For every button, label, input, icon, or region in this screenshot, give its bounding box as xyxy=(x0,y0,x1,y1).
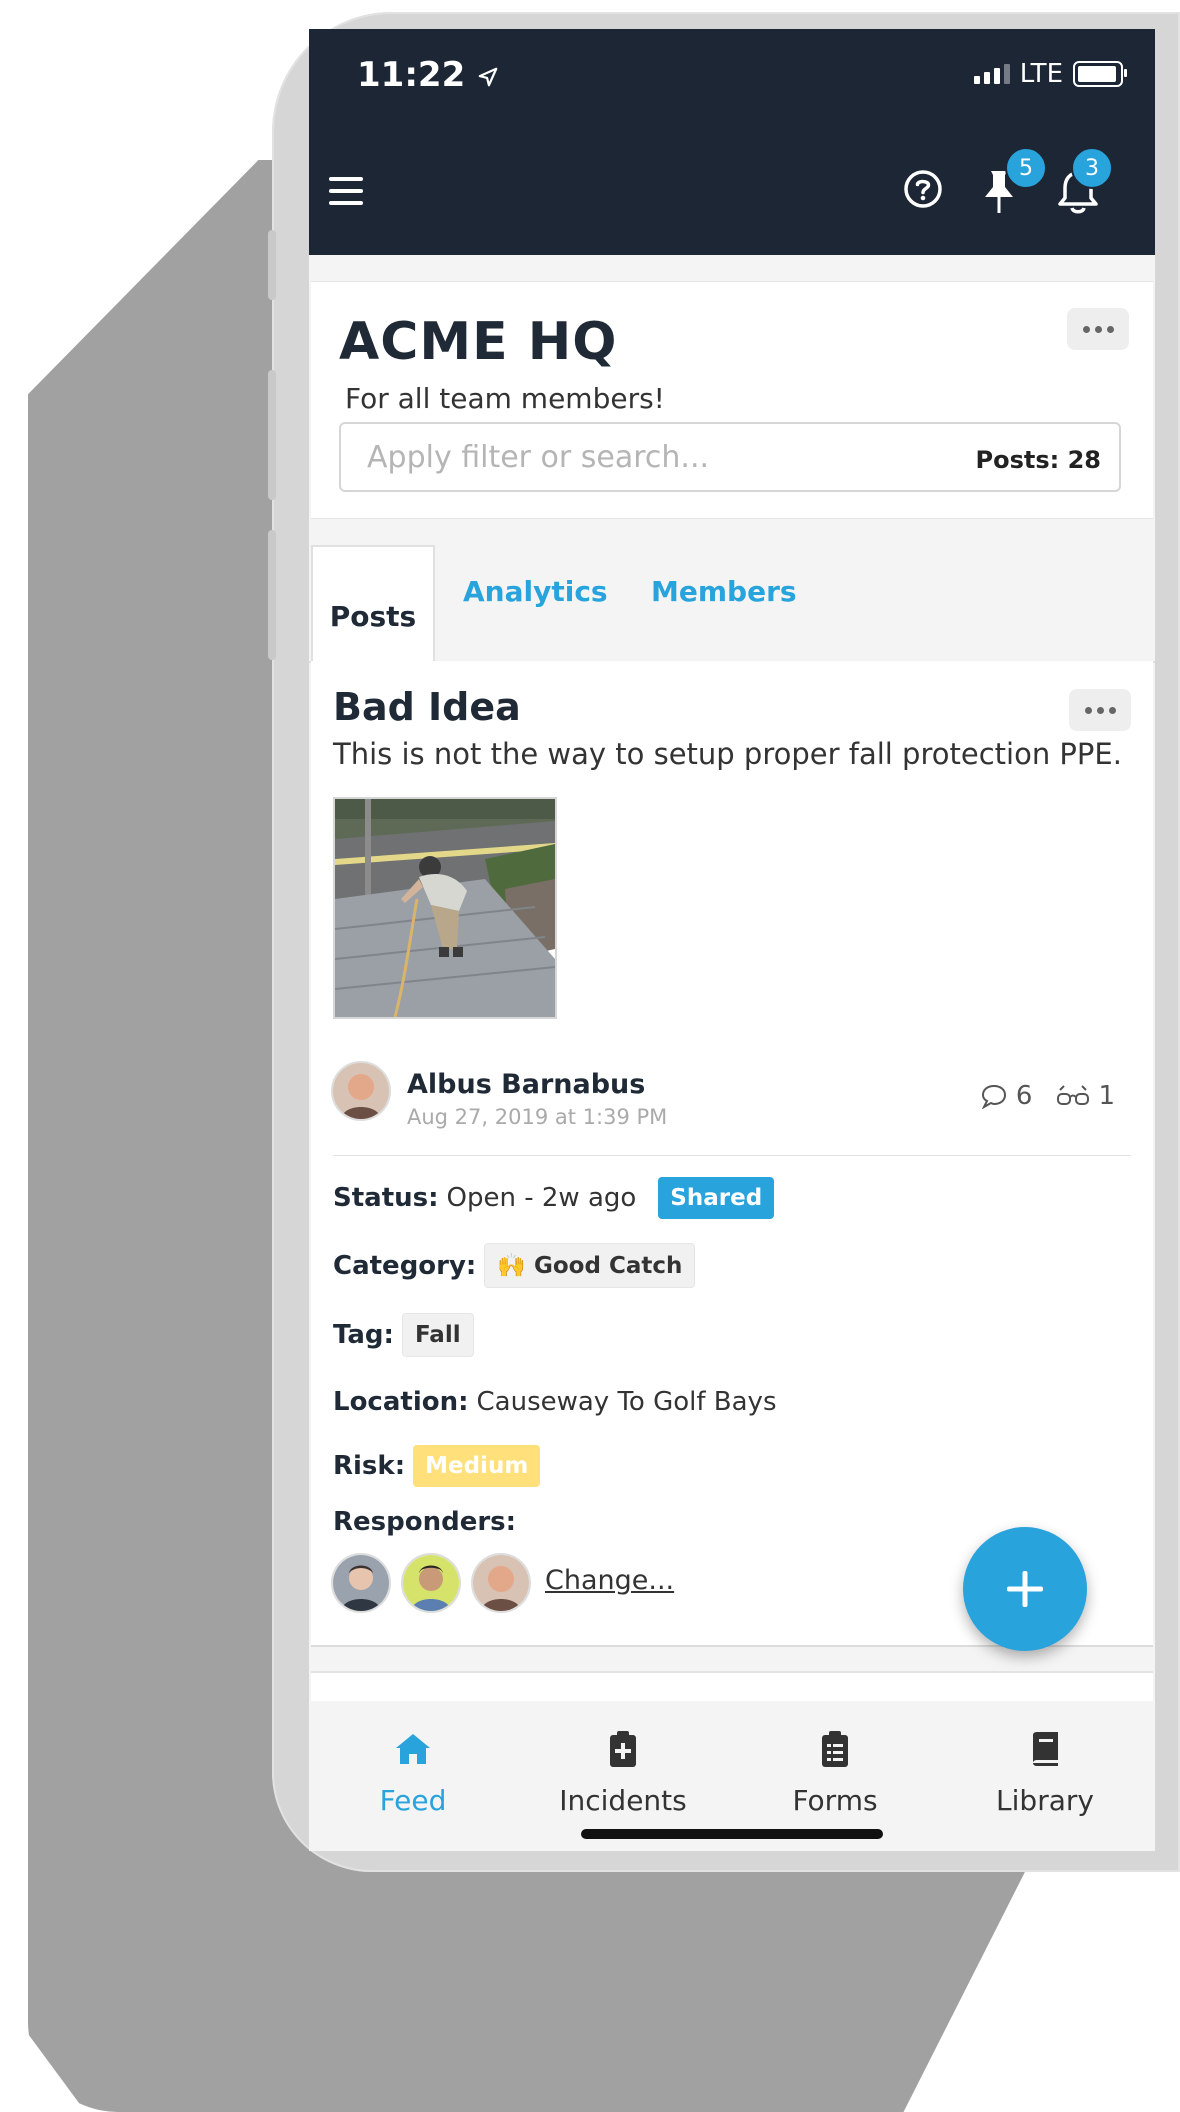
phone-side-button xyxy=(268,530,276,660)
comment-icon xyxy=(981,1084,1006,1109)
nav-feed[interactable]: Feed xyxy=(333,1729,493,1817)
nav-feed-label: Feed xyxy=(379,1784,447,1817)
phone-screen: 11:22 LTE 5 3 ACME HQ For all team membe… xyxy=(309,29,1155,1851)
menu-icon[interactable] xyxy=(329,177,363,213)
tag-field: Tag: Fall xyxy=(333,1313,474,1357)
comment-count: 6 xyxy=(1015,1081,1033,1111)
author-name[interactable]: Albus Barnabus xyxy=(407,1069,645,1100)
tag-label: Tag: xyxy=(333,1320,394,1350)
post-photo[interactable] xyxy=(333,797,557,1019)
status-field: Status: Open - 2w ago Shared xyxy=(333,1177,775,1219)
plus-icon xyxy=(1007,1571,1043,1607)
person-avatar-icon xyxy=(333,1555,389,1611)
location-field: Location: Causeway To Golf Bays xyxy=(333,1387,777,1417)
battery-icon xyxy=(1073,61,1127,87)
tab-bar: Posts Analytics Members xyxy=(309,545,1155,663)
category-label: Category: xyxy=(333,1250,477,1281)
person-avatar-icon xyxy=(403,1555,459,1611)
view-count: 1 xyxy=(1098,1081,1115,1111)
notification-count-badge: 3 xyxy=(1071,147,1113,189)
pinned-count-badge: 5 xyxy=(1005,147,1047,189)
post-options-button[interactable] xyxy=(1069,689,1131,731)
status-indicators: LTE xyxy=(973,59,1127,89)
category-field: Category: 🙌 Good Catch xyxy=(333,1243,696,1288)
glasses-icon xyxy=(1057,1085,1090,1105)
tag-chip[interactable]: Fall xyxy=(401,1313,474,1357)
bottom-nav: Feed Incidents Forms Library xyxy=(309,1701,1155,1851)
author-avatar[interactable] xyxy=(331,1061,391,1121)
clipboard-plus-icon xyxy=(610,1731,636,1767)
phone-side-button xyxy=(268,230,276,300)
network-label: LTE xyxy=(1019,59,1063,89)
location-label: Location: xyxy=(333,1387,469,1417)
home-icon xyxy=(396,1734,430,1764)
status-value: Open - 2w ago xyxy=(446,1183,637,1213)
category-value: Good Catch xyxy=(534,1253,683,1279)
person-avatar-icon xyxy=(473,1555,529,1611)
shared-badge: Shared xyxy=(658,1177,775,1219)
group-header: ACME HQ For all team members! Posts: 28 xyxy=(311,281,1153,519)
post-stats: 6 1 xyxy=(980,1081,1115,1111)
responders-label: Responders: xyxy=(333,1507,517,1537)
location-arrow-icon xyxy=(478,67,498,86)
nav-incidents-label: Incidents xyxy=(559,1784,687,1817)
tab-members[interactable]: Members xyxy=(651,575,797,608)
signal-icon xyxy=(973,64,1010,84)
top-app-bar: 11:22 LTE 5 3 xyxy=(309,29,1155,255)
risk-badge: Medium xyxy=(413,1445,541,1487)
help-icon[interactable] xyxy=(903,169,943,209)
phone-side-button xyxy=(268,370,276,500)
clipboard-list-icon xyxy=(822,1731,848,1767)
add-post-button[interactable] xyxy=(963,1527,1087,1651)
nav-incidents[interactable]: Incidents xyxy=(543,1729,703,1817)
status-time: 11:22 xyxy=(357,55,499,95)
post-description: This is not the way to setup proper fall… xyxy=(333,737,1122,771)
location-value: Causeway To Golf Bays xyxy=(476,1387,777,1417)
nav-library[interactable]: Library xyxy=(965,1729,1125,1817)
change-responders-link[interactable]: Change... xyxy=(545,1565,674,1596)
responder-avatar[interactable] xyxy=(331,1553,391,1613)
person-avatar-icon xyxy=(333,1063,389,1119)
risk-label: Risk: xyxy=(333,1451,406,1481)
responder-avatar[interactable] xyxy=(401,1553,461,1613)
responders-field: Responders: xyxy=(333,1507,516,1537)
responder-avatar[interactable] xyxy=(471,1553,531,1613)
group-subtitle: For all team members! xyxy=(345,382,665,415)
category-chip[interactable]: 🙌 Good Catch xyxy=(484,1243,696,1288)
tab-analytics[interactable]: Analytics xyxy=(463,575,608,608)
divider xyxy=(333,1155,1131,1156)
category-emoji-icon: 🙌 xyxy=(497,1253,526,1279)
group-title: ACME HQ xyxy=(339,312,618,372)
risk-field: Risk: Medium xyxy=(333,1445,541,1487)
post-title: Bad Idea xyxy=(333,685,521,729)
nav-library-label: Library xyxy=(996,1784,1094,1817)
post-card[interactable]: Bad Idea This is not the way to setup pr… xyxy=(311,661,1153,1647)
nav-forms[interactable]: Forms xyxy=(755,1729,915,1817)
home-indicator xyxy=(581,1829,883,1839)
group-options-button[interactable] xyxy=(1067,308,1129,350)
post-date: Aug 27, 2019 at 1:39 PM xyxy=(407,1105,668,1129)
status-label: Status: xyxy=(333,1183,439,1213)
book-icon xyxy=(1033,1732,1058,1766)
posts-count: Posts: 28 xyxy=(975,446,1101,474)
tab-posts[interactable]: Posts xyxy=(311,545,435,661)
roof-worker-image xyxy=(335,799,555,1017)
nav-forms-label: Forms xyxy=(792,1784,878,1817)
